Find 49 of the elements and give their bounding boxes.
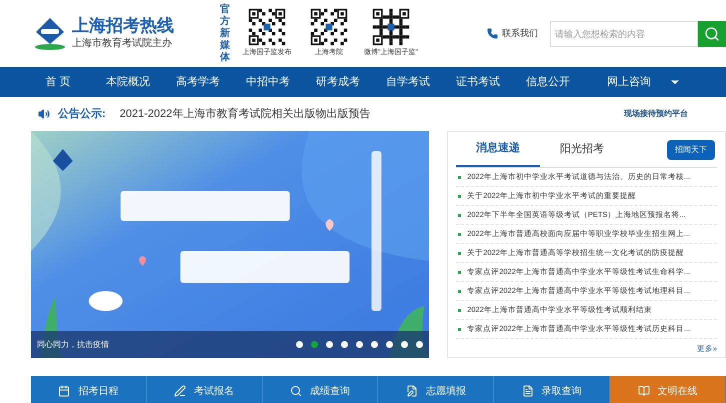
search-icon <box>704 26 720 42</box>
contact-link[interactable]: 联系我们 <box>502 26 538 40</box>
site-subtitle: 上海市教育考试院主办 <box>72 36 173 50</box>
notice-label: 公告公示: <box>58 106 106 122</box>
quick-link[interactable]: 考试报名 <box>146 376 263 403</box>
search-field[interactable]: 请输入您想检索的内容 <box>550 20 698 46</box>
bullet-icon <box>458 176 462 178</box>
news-tab[interactable]: 阳光招考 <box>540 132 624 167</box>
search-button[interactable] <box>698 20 726 46</box>
quick-link[interactable]: 招考日程 <box>31 376 147 403</box>
nav-item[interactable]: 中招中考 <box>233 74 303 90</box>
nav-item[interactable]: 研考成考 <box>303 74 373 90</box>
banner-caption: 同心同力，抗击疫情 <box>37 338 109 350</box>
quick-link[interactable]: 志愿填报 <box>378 376 494 403</box>
reservation-link[interactable]: 现场接待预约平台 <box>624 108 688 120</box>
site-title: 上海招考热线 <box>72 16 174 36</box>
search-icon <box>290 385 302 397</box>
form-icon <box>406 385 418 397</box>
nav-item[interactable]: 高考学考 <box>163 74 233 90</box>
qr-code-icon <box>372 8 410 46</box>
logo-icon <box>32 16 68 50</box>
calendar-icon <box>58 385 70 397</box>
qr-code-icon <box>310 8 348 46</box>
phone-icon <box>487 28 498 39</box>
bullet-icon <box>458 194 462 198</box>
nav-item[interactable]: 网上咨询 <box>589 74 669 90</box>
document-icon <box>522 385 534 397</box>
nav-item[interactable]: 首 页 <box>23 74 93 90</box>
news-button[interactable]: 招闻天下 <box>667 140 715 160</box>
bullet-icon <box>458 214 462 216</box>
notice-text[interactable]: 2021-2022年上海市教育考试院相关出版物出版预告 <box>120 106 370 122</box>
nav-item[interactable]: 自学考试 <box>373 74 443 90</box>
bullet-icon <box>458 232 462 236</box>
qr-code-icon <box>248 8 286 46</box>
pen-icon <box>174 385 186 397</box>
bullet-icon <box>458 270 462 274</box>
nav-item[interactable]: 证书考试 <box>443 74 513 90</box>
news-tab[interactable]: 消息速递 <box>456 132 540 167</box>
bullet-icon <box>458 252 462 254</box>
speaker-icon <box>38 108 50 120</box>
quick-link[interactable]: 成绩查询 <box>262 376 378 403</box>
nav-item[interactable]: 信息公开 <box>513 74 583 90</box>
nav-item[interactable]: 本院概况 <box>93 74 163 90</box>
bullet-icon <box>458 308 462 312</box>
bullet-icon <box>458 290 462 292</box>
quick-link[interactable]: 录取查询 <box>494 376 610 403</box>
bullet-icon <box>458 328 462 330</box>
book-icon <box>638 385 650 397</box>
media-label: 官方新媒体 <box>220 4 231 64</box>
